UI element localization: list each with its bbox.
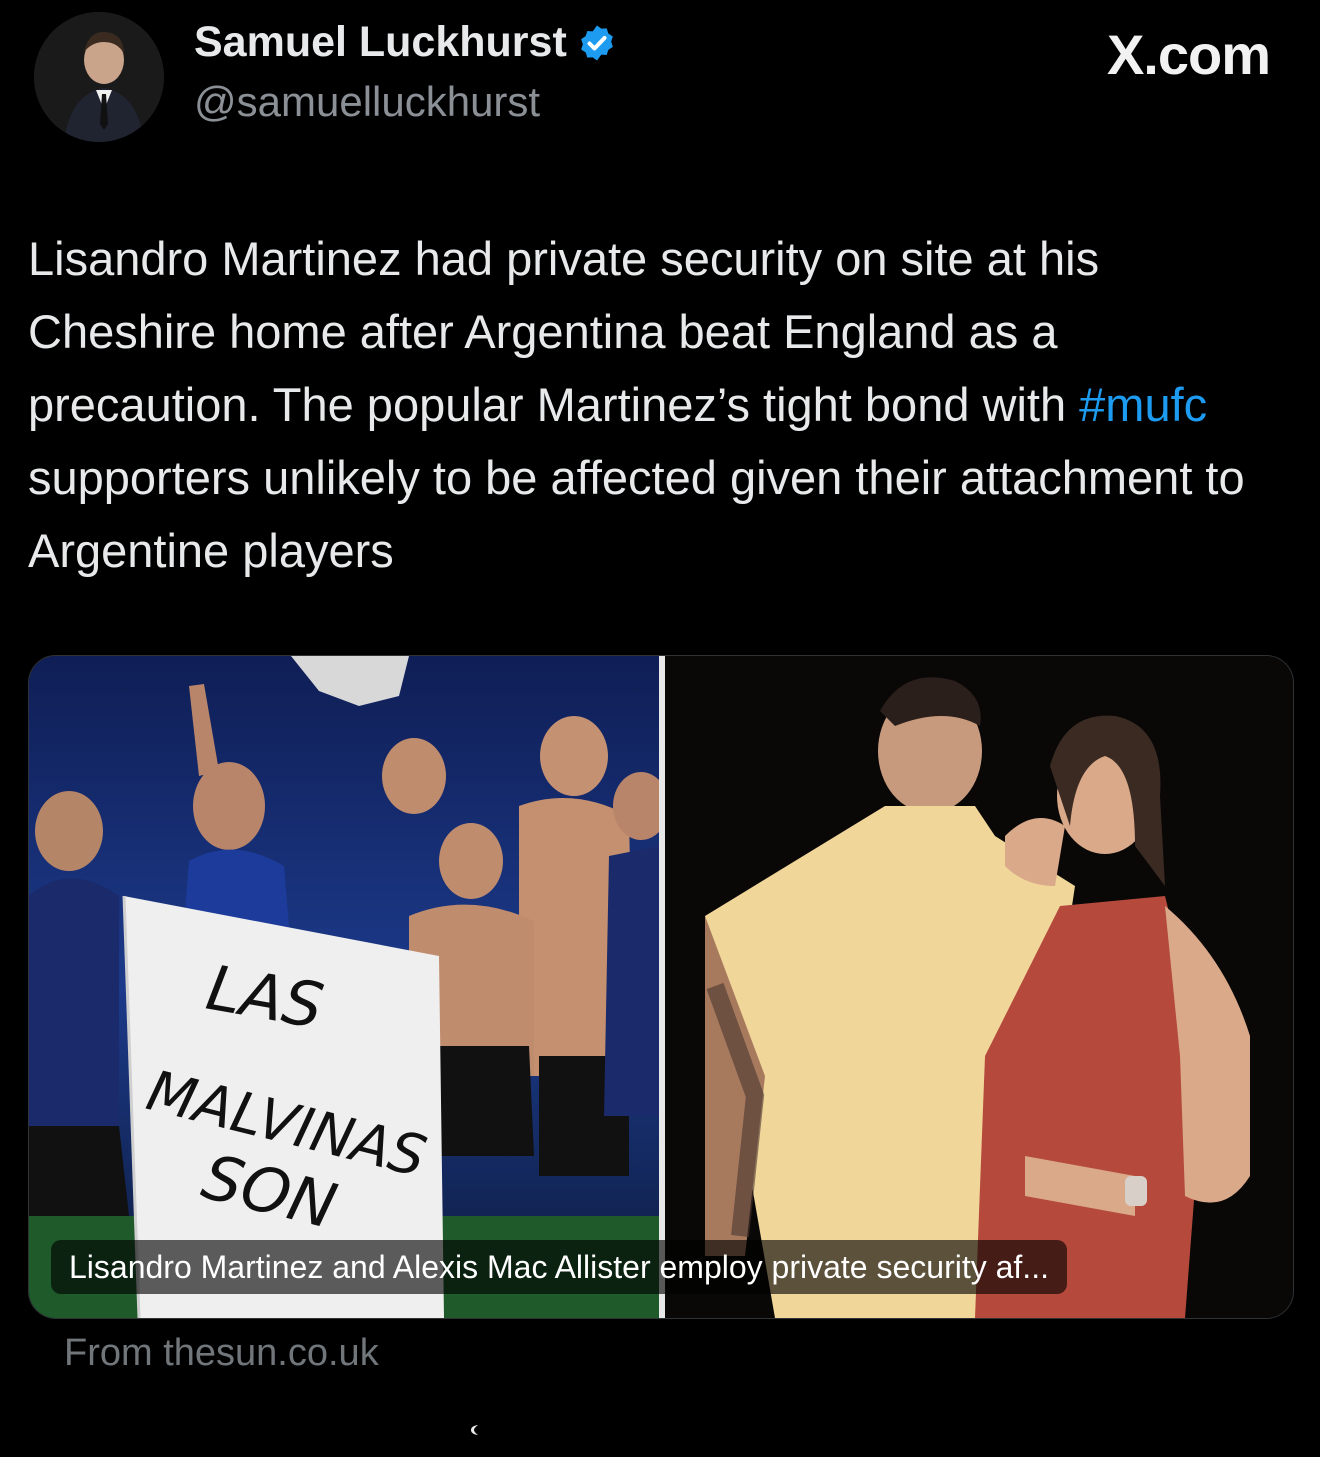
link-preview-card[interactable]: LAS MALVINAS SON Lisandro Martinez and A… bbox=[28, 655, 1294, 1319]
celebration-photo: LAS MALVINAS SON bbox=[29, 656, 659, 1318]
verified-badge-icon bbox=[580, 25, 613, 60]
tweet-text-part-2: supporters unlikely to be affected given… bbox=[28, 451, 1245, 577]
avatar-image bbox=[34, 12, 164, 142]
tweet-text: Lisandro Martinez had private security o… bbox=[28, 222, 1290, 587]
couple-photo bbox=[665, 656, 1293, 1318]
cursor-icon bbox=[471, 1425, 478, 1435]
card-caption[interactable]: Lisandro Martinez and Alexis Mac Alliste… bbox=[51, 1240, 1067, 1294]
author-name[interactable]: Samuel Luckhurst bbox=[194, 18, 567, 67]
author-handle[interactable]: @samuelluckhurst bbox=[194, 78, 540, 126]
author-avatar[interactable] bbox=[34, 12, 164, 142]
site-label: X.com bbox=[1106, 23, 1271, 86]
tweet-text-part-1: Lisandro Martinez had private security o… bbox=[28, 232, 1100, 431]
hashtag-link[interactable]: #mufc bbox=[1079, 378, 1207, 431]
author-name-row[interactable]: Samuel Luckhurst bbox=[194, 18, 617, 67]
card-source-label[interactable]: From thesun.co.uk bbox=[64, 1332, 379, 1375]
